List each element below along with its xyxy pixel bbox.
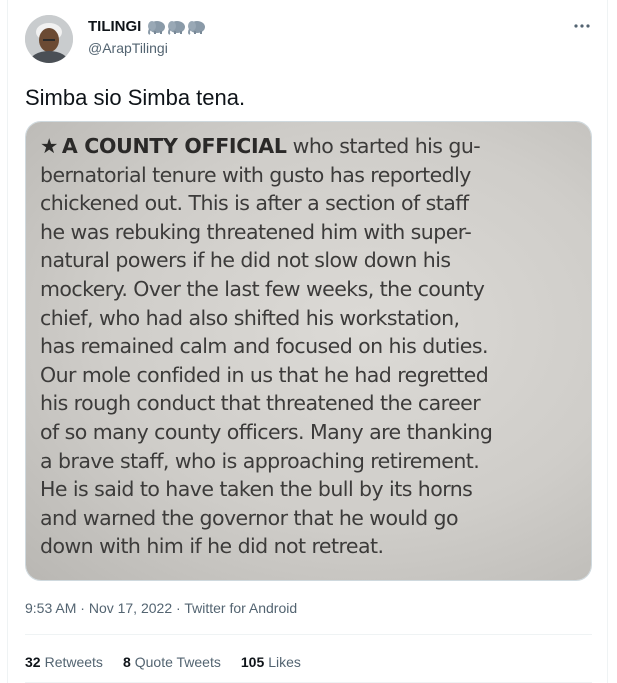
clipping-line: a brave staff, who is approaching retire… — [40, 448, 480, 473]
clipping-line: chief, who had also shifted his workstat… — [40, 305, 460, 330]
elephant-emoji-icon — [188, 21, 206, 35]
likes-label: Likes — [268, 654, 301, 670]
avatar-photo — [25, 15, 73, 63]
timeline-border-right — [607, 0, 608, 683]
clipping-line: He is said to have taken the bull by its… — [40, 477, 473, 502]
more-options-button[interactable] — [570, 14, 594, 38]
clipping-line: Our mole confided in us that he had regr… — [40, 362, 489, 387]
clipping-line: mockery. Over the last few weeks, the co… — [40, 276, 485, 301]
clipping-text: ★ A COUNTY OFFICIAL who started his gu- b… — [40, 132, 588, 561]
clipping-line: chickened out. This is after a section o… — [40, 191, 469, 216]
tweet-photo[interactable]: ★ A COUNTY OFFICIAL who started his gu- b… — [25, 121, 592, 581]
clipping-line-rest: who started his gu- — [286, 134, 481, 158]
quote-tweets-stat[interactable]: 8 Quote Tweets — [123, 654, 221, 671]
likes-count: 105 — [240, 654, 265, 670]
retweets-label: Retweets — [44, 654, 103, 670]
author-display-name[interactable]: TILINGI — [88, 18, 141, 36]
elephant-emoji-icon — [168, 21, 186, 35]
clipping-line: bernatorial tenure with gusto has report… — [40, 162, 471, 187]
newspaper-clipping: ★ A COUNTY OFFICIAL who started his gu- b… — [26, 122, 591, 580]
clipping-line: ★ A COUNTY OFFICIAL who started his gu- — [40, 132, 588, 161]
author-display-name-row[interactable]: TILINGI — [88, 18, 206, 36]
clipping-line: natural powers if he did not slow down h… — [40, 248, 451, 273]
more-horizontal-icon — [574, 24, 590, 28]
clipping-heading: A COUNTY OFFICIAL — [61, 134, 287, 158]
divider — [25, 634, 592, 635]
clipping-line: down with him if he did not retreat. — [40, 534, 384, 559]
tweet-date[interactable]: Nov 17, 2022 — [89, 600, 172, 616]
name-emoji-group — [147, 19, 206, 35]
clipping-line: and warned the governor that he would go — [40, 505, 459, 530]
meta-separator: · — [80, 600, 85, 616]
quotes-label: Quote Tweets — [134, 654, 221, 670]
tweet-client[interactable]: Twitter for Android — [184, 600, 297, 616]
retweets-count: 32 — [25, 654, 41, 670]
clipping-line: has remained calm and focused on his dut… — [40, 334, 488, 359]
avatar[interactable] — [25, 15, 73, 63]
quotes-count: 8 — [122, 654, 131, 670]
star-icon: ★ — [40, 134, 58, 158]
clipping-line: of so many county officers. Many are tha… — [40, 419, 493, 444]
timeline-border-left — [7, 0, 8, 683]
clipping-line: his rough conduct that threatened the ca… — [40, 391, 481, 416]
elephant-emoji-icon — [148, 21, 166, 35]
meta-separator: · — [176, 600, 181, 616]
tweet-text: Simba sio Simba tena. — [25, 85, 246, 110]
likes-stat[interactable]: 105 Likes — [241, 654, 301, 671]
tweet-metadata: 9:53 AM · Nov 17, 2022 · Twitter for And… — [25, 600, 297, 617]
author-handle[interactable]: @ArapTilingi — [88, 40, 168, 57]
clipping-line: he was rebuking threatened him with supe… — [40, 219, 472, 244]
engagement-stats: 32 Retweets 8 Quote Tweets 105 Likes — [25, 654, 301, 671]
tweet-time[interactable]: 9:53 AM — [25, 600, 76, 616]
retweets-stat[interactable]: 32 Retweets — [25, 654, 103, 671]
